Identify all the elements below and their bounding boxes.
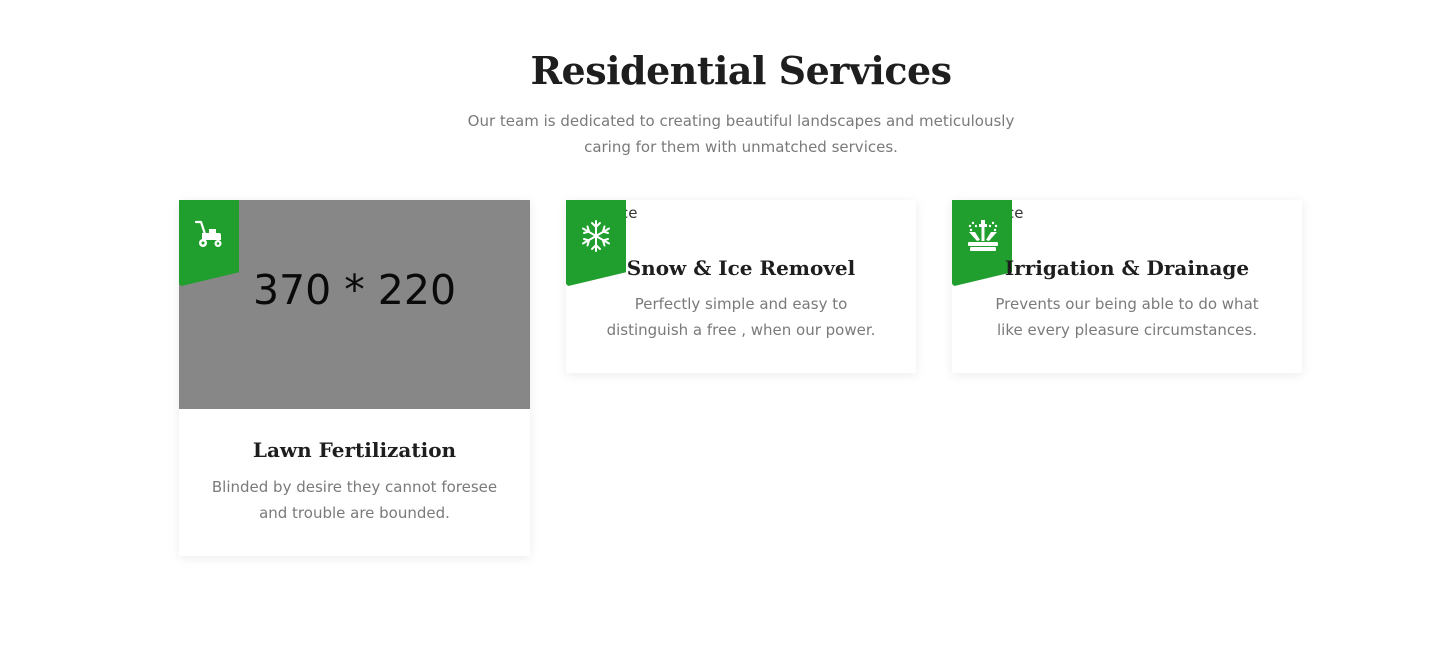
service-description: Blinded by desire they cannot foresee an… [211, 478, 498, 522]
section-subtitle: Our team is dedicated to creating beauti… [467, 112, 1015, 156]
service-icon-badge [179, 200, 239, 286]
residential-services-section: Residential Services Our team is dedicat… [0, 0, 1454, 645]
snowflake-icon [582, 220, 610, 252]
service-title[interactable]: Lawn Fertilization [179, 438, 530, 462]
service-title[interactable]: Snow & Ice Removel [566, 256, 916, 280]
service-card-snow-ice-removal[interactable]: ce Snow & Ice Removel Perfectly simple a… [566, 200, 916, 373]
sprinkler-icon [968, 220, 998, 251]
service-description: Prevents our being able to do what like … [995, 295, 1259, 339]
service-description: Perfectly simple and easy to distinguish… [606, 295, 876, 339]
service-title[interactable]: Irrigation & Drainage [952, 256, 1302, 280]
service-card-irrigation-drainage[interactable]: ce Irrigation & Drainage Prevents our be… [952, 200, 1302, 373]
lawn-mower-icon [194, 220, 222, 247]
section-title: Residential Services [530, 48, 952, 93]
service-card-lawn-fertilization[interactable]: 370 * 220 Lawn Fertilization Blinded by … [179, 200, 530, 556]
